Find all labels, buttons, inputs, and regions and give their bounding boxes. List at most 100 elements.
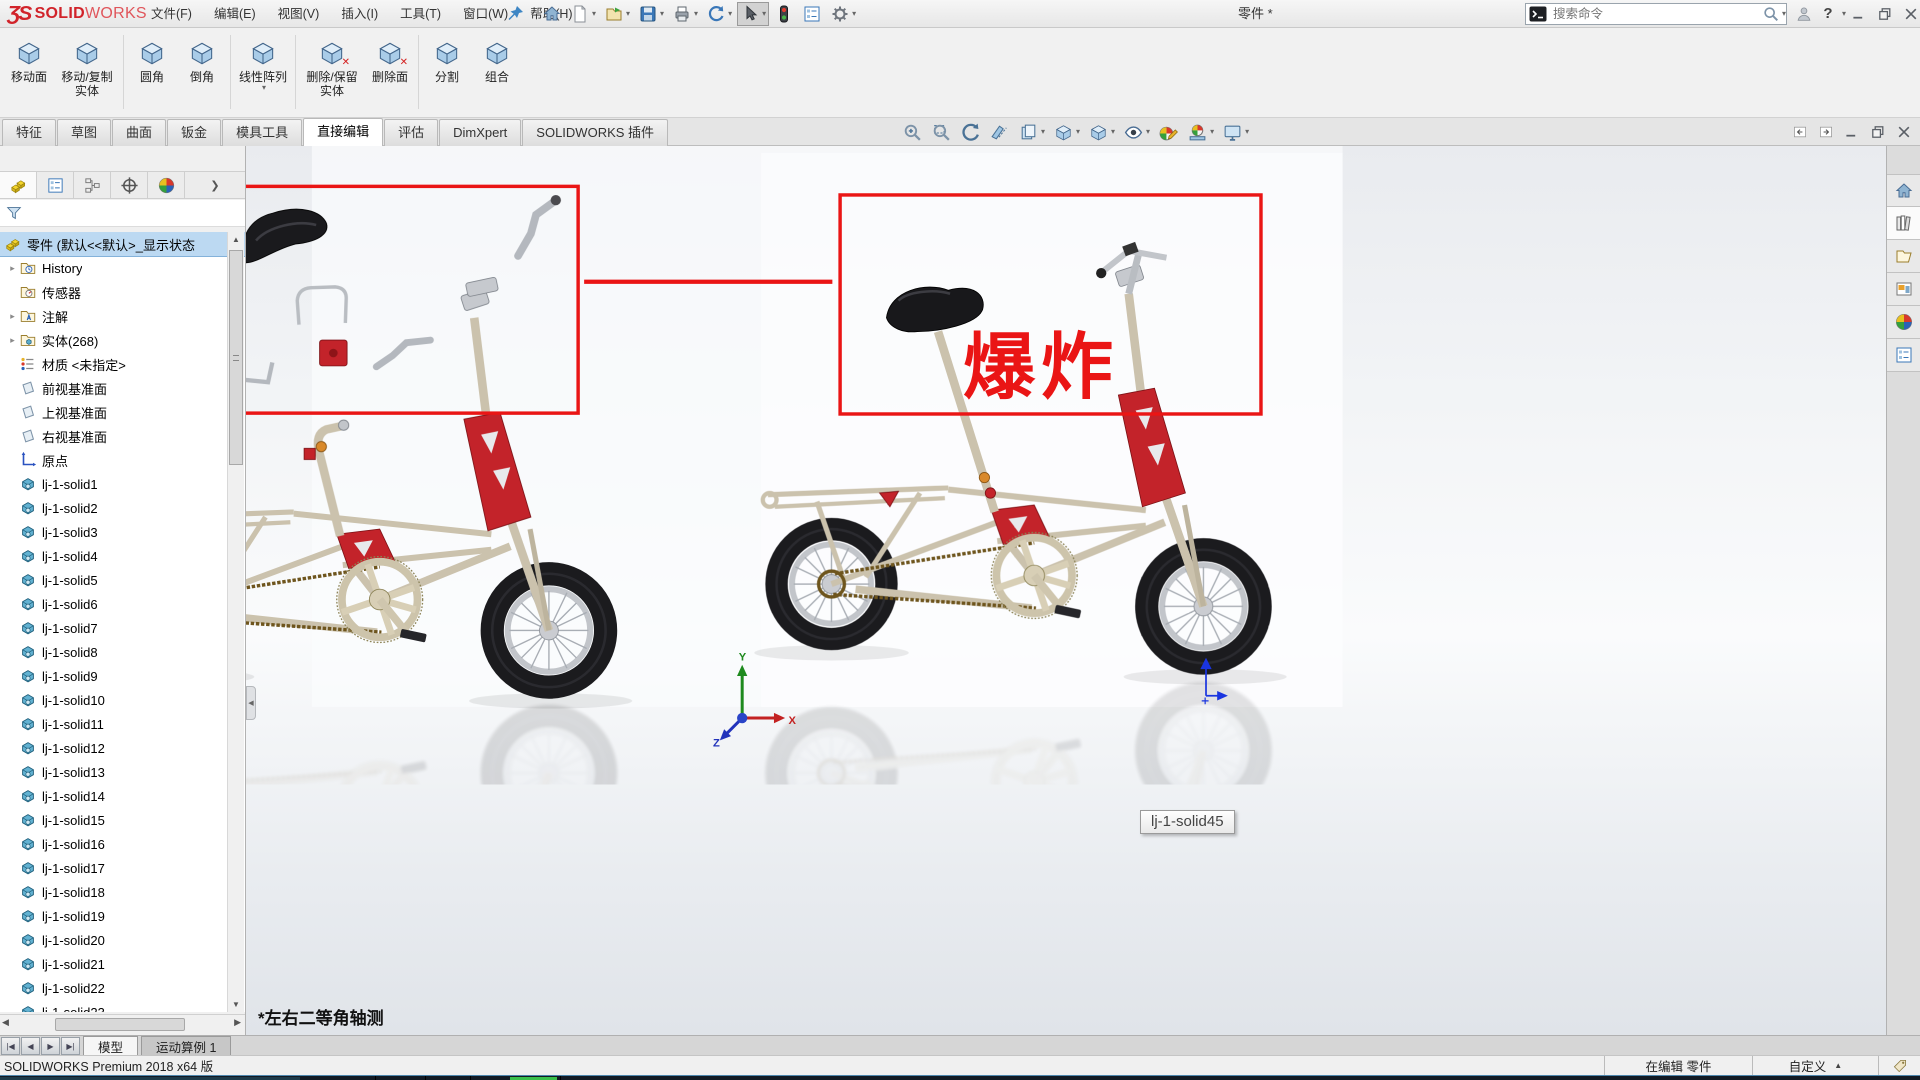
status-tag-icon[interactable] [1878, 1056, 1920, 1076]
ribbon-button-6[interactable]: ✕删除面 [365, 35, 415, 87]
doc-minimize-button[interactable] [1840, 121, 1864, 143]
tree-item[interactable]: 原点 [0, 448, 245, 472]
tree-item[interactable]: 传感器 [0, 280, 245, 304]
menu-item-2[interactable]: 视图(V) [267, 0, 331, 28]
dropdown-caret-icon[interactable]: ▾ [728, 10, 732, 18]
ribbon-button-4[interactable]: 线性阵列▾ [234, 35, 292, 95]
tree-item[interactable]: lj-1-solid9 [0, 664, 245, 688]
command-tab-特征[interactable]: 特征 [2, 119, 56, 146]
restore-button[interactable] [1872, 2, 1898, 26]
propertymanager-tab[interactable] [37, 172, 74, 198]
select-cursor-button[interactable]: ▾ [737, 2, 769, 26]
command-tab-评估[interactable]: 评估 [384, 119, 438, 146]
dropdown-caret-icon[interactable]: ▾ [1041, 128, 1045, 136]
dropdown-caret-icon[interactable]: ▾ [694, 10, 698, 18]
tab-nav-button-1[interactable]: ◀ [21, 1037, 40, 1055]
command-tab-模具工具[interactable]: 模具工具 [222, 119, 302, 146]
document-tab-运动算例 1[interactable]: 运动算例 1 [141, 1036, 231, 1055]
dropdown-caret-icon[interactable]: ▾ [762, 10, 766, 18]
dropdown-caret-icon[interactable]: ▾ [1245, 128, 1249, 136]
command-tab-直接编辑[interactable]: 直接编辑 [303, 118, 383, 146]
tree-item[interactable]: lj-1-solid19 [0, 904, 245, 928]
tree-item[interactable]: lj-1-solid14 [0, 784, 245, 808]
expand-arrow-icon[interactable]: ▸ [6, 263, 19, 274]
dimxpertmanager-tab[interactable] [111, 172, 148, 198]
dropdown-caret-icon[interactable]: ▾ [262, 84, 266, 92]
command-tab-曲面[interactable]: 曲面 [112, 119, 166, 146]
view-settings-button[interactable]: ▾ [1219, 120, 1252, 144]
appearances-scenes[interactable] [1887, 306, 1920, 339]
dropdown-caret-icon[interactable]: ▾ [660, 10, 664, 18]
tab-nav-button-3[interactable]: ▶| [61, 1037, 80, 1055]
design-library[interactable] [1887, 207, 1920, 240]
tree-item[interactable]: lj-1-solid5 [0, 568, 245, 592]
tree-item[interactable]: 材质 <未指定> [0, 352, 245, 376]
ribbon-button-7[interactable]: 分割 [422, 35, 472, 87]
tab-nav-button-0[interactable]: |◀ [1, 1037, 20, 1055]
command-tab-SOLIDWORKS 插件[interactable]: SOLIDWORKS 插件 [522, 119, 668, 146]
tree-item[interactable]: lj-1-solid23 [0, 1000, 245, 1012]
previous-view-button[interactable] [957, 120, 984, 144]
custom-properties[interactable] [1887, 339, 1920, 372]
tree-item[interactable]: lj-1-solid4 [0, 544, 245, 568]
undo-button[interactable]: ▾ [703, 2, 735, 26]
file-properties-button[interactable] [799, 2, 825, 26]
command-tab-DimXpert[interactable]: DimXpert [439, 119, 521, 146]
doc-restore-button[interactable] [1866, 121, 1890, 143]
file-explorer[interactable] [1887, 240, 1920, 273]
view-palette[interactable] [1887, 273, 1920, 306]
save-button[interactable]: ▾ [635, 2, 667, 26]
dropdown-caret-icon[interactable]: ▾ [592, 10, 596, 18]
close-button[interactable] [1898, 2, 1920, 26]
tree-item[interactable]: lj-1-solid13 [0, 760, 245, 784]
print-button[interactable]: ▾ [669, 2, 701, 26]
new-document-button[interactable]: ▾ [567, 2, 599, 26]
command-tab-钣金[interactable]: 钣金 [167, 119, 221, 146]
tree-item[interactable]: lj-1-solid10 [0, 688, 245, 712]
tree-item[interactable]: ▸History [0, 256, 245, 280]
scroll-left-icon[interactable]: ◀ [2, 1017, 9, 1028]
ribbon-button-3[interactable]: 倒角 [177, 35, 227, 87]
dropdown-caret-icon[interactable]: ▾ [1076, 128, 1080, 136]
tree-item[interactable]: lj-1-solid2 [0, 496, 245, 520]
tree-root-part[interactable]: 零件 (默认<<默认>_显示状态 [0, 232, 245, 256]
ribbon-button-5[interactable]: ✕删除/保留实体 [299, 35, 365, 101]
panel-splitter-handle[interactable]: ◀ [246, 686, 256, 720]
search-input[interactable] [1549, 7, 1762, 21]
section-view-button[interactable] [986, 120, 1013, 144]
displaymanager-tab[interactable] [148, 172, 185, 198]
tree-item[interactable]: lj-1-solid3 [0, 520, 245, 544]
graphics-viewport[interactable]: Y X Z Y X Z 爆炸 lj-1-solid45 *左右二等角轴测 ◀ [246, 146, 1886, 1035]
ribbon-button-1[interactable]: 移动/复制实体 [54, 35, 120, 101]
scrollbar-thumb[interactable] [55, 1018, 185, 1031]
scroll-right-icon[interactable]: ▶ [234, 1017, 241, 1028]
command-search[interactable]: ▾ [1525, 3, 1787, 25]
document-tab-模型[interactable]: 模型 [83, 1036, 138, 1055]
tree-item[interactable]: lj-1-solid12 [0, 736, 245, 760]
tree-item[interactable]: lj-1-solid7 [0, 616, 245, 640]
dropdown-caret-icon[interactable]: ▾ [1111, 128, 1115, 136]
tree-item[interactable]: lj-1-solid17 [0, 856, 245, 880]
pin-menu-icon[interactable] [505, 4, 525, 24]
tree-item[interactable]: lj-1-solid11 [0, 712, 245, 736]
tab-nav-button-2[interactable]: ▶ [41, 1037, 60, 1055]
dropdown-caret-icon[interactable]: ▾ [626, 10, 630, 18]
expand-arrow-icon[interactable]: ▸ [6, 335, 19, 346]
tree-horizontal-scrollbar[interactable]: ◀ ▶ [0, 1014, 245, 1034]
ribbon-button-0[interactable]: 移动面 [4, 35, 54, 87]
apply-scene-button[interactable]: ▾ [1184, 120, 1217, 144]
login-person-icon[interactable] [1792, 2, 1816, 26]
options-gear-button[interactable]: ▾ [827, 2, 859, 26]
minimize-button[interactable] [1846, 2, 1872, 26]
search-dropdown-caret[interactable]: ▾ [1782, 10, 1786, 18]
hide-show-items-button[interactable]: ▾ [1120, 120, 1153, 144]
dropdown-caret-icon[interactable]: ▾ [852, 10, 856, 18]
tree-item[interactable]: lj-1-solid15 [0, 808, 245, 832]
tree-item[interactable]: lj-1-solid21 [0, 952, 245, 976]
rebuild-button[interactable] [771, 2, 797, 26]
search-magnifier-icon[interactable] [1762, 5, 1780, 23]
home-button[interactable] [539, 2, 565, 26]
dropdown-caret-icon[interactable]: ▾ [1210, 128, 1214, 136]
zoom-fit-button[interactable] [899, 120, 926, 144]
status-custom[interactable]: 自定义▲ [1752, 1056, 1878, 1076]
